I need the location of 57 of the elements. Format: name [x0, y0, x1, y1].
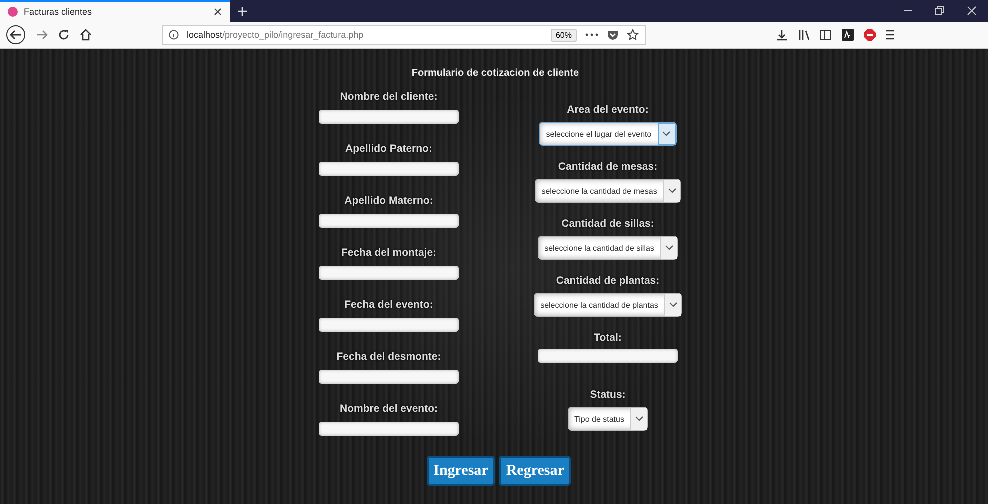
more-icon[interactable]	[585, 33, 599, 37]
download-icon[interactable]	[776, 29, 788, 41]
address-bar[interactable]: localhost/proyecto_pilo/ingresar_factura.php 60%	[162, 25, 646, 45]
field-label: Apellido Materno:	[344, 194, 434, 209]
restore-icon[interactable]	[935, 6, 945, 16]
sidebar-icon[interactable]	[820, 30, 832, 40]
favicon-icon	[8, 7, 18, 17]
input-field[interactable]	[319, 318, 459, 332]
field-label: Apellido Paterno:	[346, 142, 432, 157]
input-field[interactable]	[538, 349, 678, 363]
field-label: Area del evento:	[567, 103, 649, 118]
reload-icon[interactable]	[58, 29, 70, 41]
field-label: Fecha del desmonte:	[336, 350, 442, 365]
pocket-icon[interactable]	[607, 30, 619, 40]
field-label: Fecha del evento:	[344, 298, 434, 313]
input-field[interactable]	[319, 110, 459, 124]
field-label: Nombre del cliente:	[340, 90, 438, 105]
submit-button[interactable]: Ingresar	[426, 456, 496, 486]
back-icon[interactable]	[6, 25, 26, 45]
dropdown[interactable]: seleccione la cantidad de plantas	[534, 293, 682, 317]
zoom-badge[interactable]: 60%	[550, 28, 577, 42]
field-label: Total:	[594, 331, 622, 346]
field-label: Fecha del montaje:	[341, 246, 437, 261]
chevron-down-icon	[662, 131, 672, 137]
field-label: Cantidad de sillas:	[562, 217, 654, 232]
forward-icon[interactable]	[36, 29, 48, 41]
input-field[interactable]	[319, 266, 459, 280]
dropdown[interactable]: Tipo de status	[568, 407, 648, 431]
new-tab-icon[interactable]	[238, 6, 247, 16]
home-icon[interactable]	[80, 29, 92, 41]
library-icon[interactable]	[798, 29, 810, 41]
info-icon[interactable]	[169, 30, 179, 40]
input-field[interactable]	[319, 370, 459, 384]
back-button[interactable]: Regresar	[499, 456, 572, 486]
field-label: Status:	[590, 388, 626, 403]
field-label: Cantidad de mesas:	[558, 160, 658, 175]
input-field[interactable]	[319, 422, 459, 436]
menu-icon[interactable]	[886, 30, 894, 40]
extension-icon[interactable]	[842, 29, 854, 41]
star-icon[interactable]	[627, 29, 639, 41]
chevron-down-icon	[668, 302, 678, 308]
url-text: localhost/proyecto_pilo/ingresar_factura.php	[187, 30, 364, 40]
chevron-down-icon	[664, 245, 674, 251]
dropdown[interactable]: seleccione la cantidad de sillas	[538, 236, 678, 260]
browser-tab[interactable]: Facturas clientes	[0, 0, 230, 22]
field-label: Nombre del evento:	[340, 402, 438, 417]
field-label: Cantidad de plantas:	[556, 274, 660, 289]
close-icon[interactable]	[214, 8, 222, 16]
input-field[interactable]	[319, 162, 459, 176]
dropdown[interactable]: seleccione el lugar del evento	[539, 122, 677, 146]
chevron-down-icon	[634, 416, 644, 422]
adblock-icon[interactable]	[864, 29, 876, 41]
dropdown[interactable]: seleccione la cantidad de mesas	[534, 179, 682, 203]
chevron-down-icon	[668, 188, 677, 194]
input-field[interactable]	[319, 214, 459, 228]
form-title: Formulario de cotizacion de cliente	[410, 68, 580, 79]
tab-title: Facturas clientes	[24, 7, 94, 17]
